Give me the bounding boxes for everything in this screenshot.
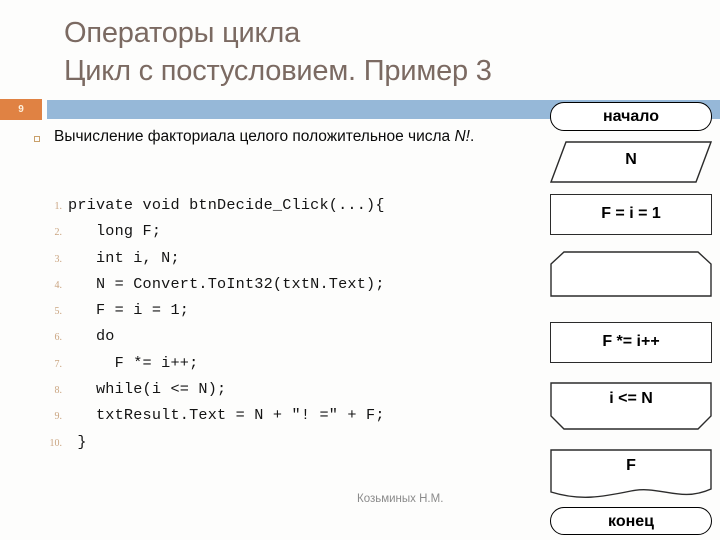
- code-line-text: N = Convert.ToInt32(txtN.Text);: [68, 274, 385, 293]
- code-line-text: do: [68, 327, 115, 346]
- code-line-number: 3.: [54, 253, 63, 265]
- code-line: 5. F = i = 1;: [28, 301, 528, 327]
- code-line-text: while(i <= N);: [68, 380, 227, 399]
- document-icon: [550, 449, 712, 498]
- code-line: 1. private void btnDecide_Click(...){: [28, 196, 528, 222]
- flowchart-node-end-label: конец: [608, 513, 654, 530]
- flowchart-diagram: начало N F = i = 1 F *= i++ i <= N F кон…: [540, 96, 720, 540]
- code-line-number: 4.: [54, 279, 63, 291]
- page-number-label: 9: [18, 104, 24, 115]
- code-line: 2. long F;: [28, 222, 528, 248]
- code-line-text: long F;: [68, 222, 162, 241]
- parallelogram-icon: [550, 141, 712, 183]
- code-line: 6. do: [28, 327, 528, 353]
- flowchart-node-body-label: F *= i++: [602, 333, 660, 350]
- code-line-number: 10.: [49, 437, 63, 449]
- flowchart-node-input-n: N: [550, 141, 712, 183]
- flowchart-node-body: F *= i++: [550, 322, 712, 363]
- flowchart-node-loop-start: [550, 251, 712, 297]
- bullet-text-after: .: [469, 128, 475, 145]
- code-line-number: 9.: [54, 411, 63, 423]
- code-line-text: F = i = 1;: [68, 301, 190, 320]
- code-listing: 1. private void btnDecide_Click(...){ 2. l…: [28, 196, 528, 459]
- bullet-paragraph: Вычисление факториала целого положительн…: [30, 127, 520, 146]
- code-line: 7. F *= i++;: [28, 354, 528, 380]
- flowchart-node-output-f: F: [550, 449, 712, 501]
- flowchart-node-init: F = i = 1: [550, 194, 712, 235]
- code-line: 8. while(i <= N);: [28, 380, 528, 406]
- code-line-text: }: [68, 432, 87, 451]
- code-line: 9. txtResult.Text = N + "! =" + F;: [28, 406, 528, 432]
- code-line: 4. N = Convert.ToInt32(txtN.Text);: [28, 275, 528, 301]
- code-line-number: 6.: [54, 332, 63, 344]
- code-line-number: 1.: [54, 201, 63, 212]
- bullet-text: Вычисление факториала целого положительн…: [54, 127, 520, 146]
- code-line-text: F *= i++;: [68, 353, 199, 372]
- flowchart-node-start-label: начало: [602, 108, 660, 125]
- code-line-number: 2.: [54, 227, 63, 239]
- code-line-number: 8.: [54, 385, 63, 397]
- code-line-text: private void btnDecide_Click(...){: [68, 196, 385, 214]
- loop-begin-icon: [550, 251, 712, 297]
- loop-end-icon: [550, 382, 712, 430]
- flowchart-node-init-label: F = i = 1: [601, 205, 661, 222]
- flowchart-node-end: конец: [550, 507, 712, 535]
- footer-author: Козьминых Н.М.: [357, 493, 444, 505]
- page-number-badge: 9: [0, 99, 42, 120]
- square-bullet-icon: [34, 136, 40, 142]
- code-line-text: int i, N;: [68, 248, 180, 267]
- code-line-number: 5.: [54, 306, 63, 318]
- code-line-number: 7.: [54, 358, 63, 370]
- flowchart-node-start: начало: [550, 102, 712, 131]
- bullet-text-italic: N!: [454, 128, 470, 145]
- code-line: 10. }: [28, 433, 528, 459]
- flowchart-node-loop-end: i <= N: [550, 382, 712, 430]
- code-line-text: txtResult.Text = N + "! =" + F;: [68, 406, 385, 425]
- bullet-text-before: Вычисление факториала целого положительн…: [54, 128, 455, 145]
- code-line: 3. int i, N;: [28, 249, 528, 275]
- page-title: Операторы цикла Цикл с постусловием. При…: [64, 17, 492, 87]
